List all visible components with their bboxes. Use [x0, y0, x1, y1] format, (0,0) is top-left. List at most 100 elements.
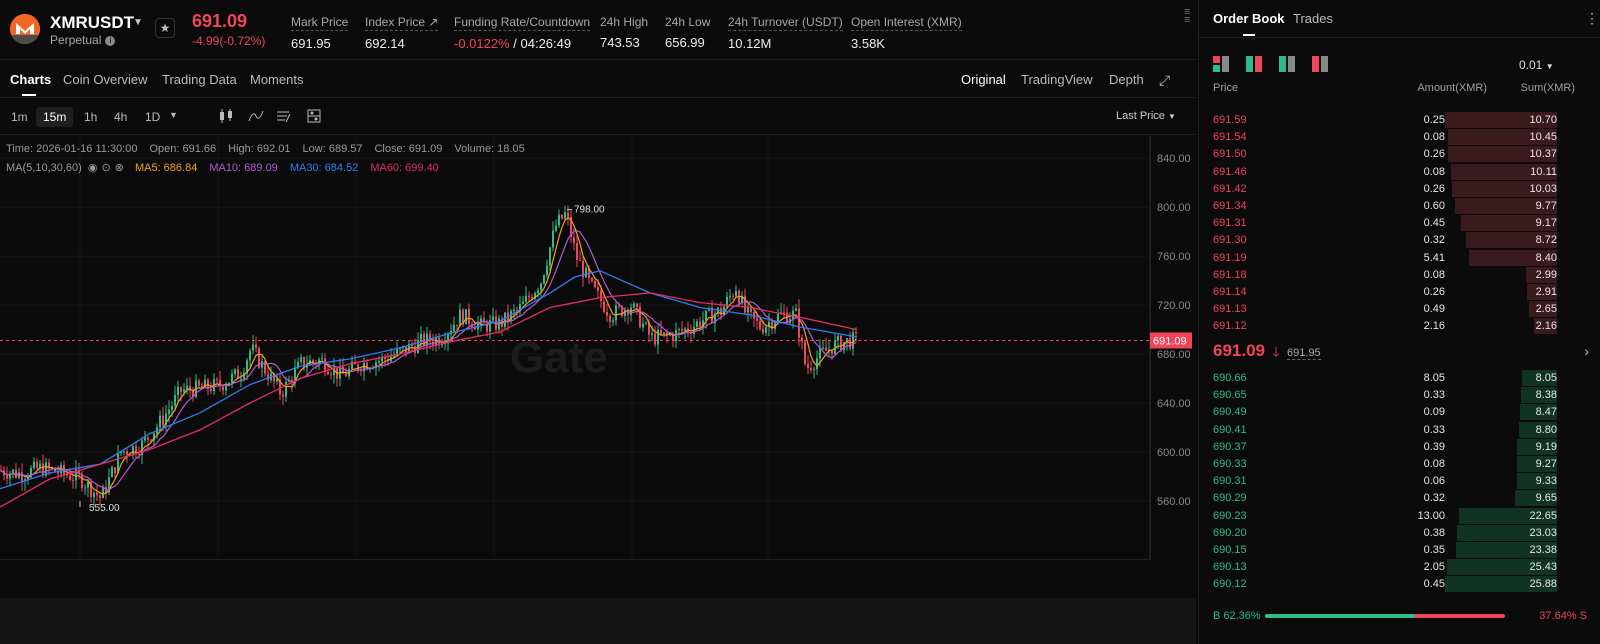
- stat-index-price[interactable]: Index Price ↗ 692.14: [365, 14, 439, 51]
- order-amount: 0.26: [1423, 286, 1445, 298]
- tab-coin-overview[interactable]: Coin Overview: [63, 72, 148, 87]
- ask-row[interactable]: 691.12 2.16 2.16: [1199, 318, 1600, 335]
- order-sum: 23.03: [1529, 526, 1557, 539]
- stat-24h-low: 24h Low 656.99: [665, 15, 711, 50]
- ask-row[interactable]: 691.50 0.26 10.37: [1199, 146, 1600, 163]
- candle-body: [654, 333, 656, 345]
- candle-body: [816, 358, 818, 370]
- candle-body: [267, 373, 269, 380]
- mid-price-row[interactable]: 691.09 🡓 691.95 ›: [1213, 341, 1589, 363]
- close-circle-icon[interactable]: ⊗: [115, 162, 124, 174]
- bid-row[interactable]: 690.12 0.45 25.88: [1199, 576, 1600, 593]
- candle-type-icon[interactable]: [218, 108, 234, 124]
- ask-row[interactable]: 691.42 0.26 10.03: [1199, 180, 1600, 198]
- symbol-dropdown-icon[interactable]: ▼: [133, 17, 143, 28]
- settings-circle-icon[interactable]: ⊙: [101, 162, 110, 174]
- layout-both-icon[interactable]: [1213, 56, 1229, 75]
- order-price: 691.18: [1213, 268, 1247, 281]
- bid-row[interactable]: 690.41 0.33 8.80: [1199, 421, 1600, 439]
- candle-body: [321, 358, 323, 360]
- bid-row[interactable]: 690.23 13.00 22.65: [1199, 507, 1600, 525]
- candle-body: [180, 386, 182, 392]
- symbol-name[interactable]: XMRUSDT: [50, 13, 134, 33]
- chart-canvas[interactable]: 840.00 800.00 760.00 720.00 680.00 640.00 600.…: [0, 136, 1196, 560]
- layout-bids-icon[interactable]: [1279, 56, 1295, 75]
- ask-row[interactable]: 691.46 0.08 10.11: [1199, 163, 1600, 181]
- candle-body: [252, 344, 254, 351]
- order-price: 691.31: [1213, 217, 1247, 230]
- bid-row[interactable]: 690.31 0.06 9.33: [1199, 473, 1600, 490]
- ask-row[interactable]: 691.19 5.41 8.40: [1199, 249, 1600, 267]
- candle-body: [537, 290, 539, 294]
- favorite-star-icon[interactable]: ★: [155, 18, 175, 38]
- ticker-header: XMRUSDT ▼ Perpetual i ★ 691.09 -4.99(-0.7…: [0, 0, 1196, 60]
- candle-body: [558, 214, 560, 226]
- candle-body: [210, 388, 212, 392]
- ask-row[interactable]: 691.30 0.32 8.72: [1199, 232, 1600, 249]
- order-sum: 2.65: [1535, 303, 1557, 316]
- bid-row[interactable]: 690.33 0.08 9.27: [1199, 456, 1600, 473]
- ask-row[interactable]: 691.54 0.08 10.45: [1199, 129, 1600, 146]
- order-sum: 22.65: [1529, 509, 1557, 522]
- interval-1m[interactable]: 1m: [4, 107, 35, 127]
- interval-15m[interactable]: 15m: [36, 107, 74, 127]
- interval-1h[interactable]: 1h: [77, 107, 104, 127]
- chevron-right-icon[interactable]: ›: [1584, 343, 1589, 359]
- indicators-icon[interactable]: [248, 108, 264, 124]
- candle-body: [525, 295, 527, 302]
- tab-charts[interactable]: Charts: [10, 72, 51, 96]
- ask-row[interactable]: 691.59 0.25 10.70: [1199, 112, 1600, 129]
- bid-row[interactable]: 690.65 0.33 8.38: [1199, 387, 1600, 404]
- order-amount: 0.33: [1423, 423, 1445, 436]
- layout-asks-icon[interactable]: [1312, 56, 1328, 75]
- ask-row[interactable]: 691.18 0.08 2.99: [1199, 266, 1600, 284]
- fullscreen-icon[interactable]: ⤢: [1159, 72, 1170, 89]
- eye-icon[interactable]: ◉: [88, 162, 98, 174]
- mid-price: 691.09: [1213, 341, 1265, 360]
- tab-original[interactable]: Original: [961, 72, 1006, 87]
- precision-select[interactable]: 0.01 ▼: [1519, 58, 1554, 72]
- order-price: 690.20: [1213, 526, 1247, 539]
- tab-order-book[interactable]: Order Book: [1213, 11, 1285, 36]
- ask-row[interactable]: 691.13 0.49 2.65: [1199, 301, 1600, 318]
- price-type-select[interactable]: Last Price ▼: [1116, 110, 1176, 122]
- bid-row[interactable]: 690.15 0.35 23.38: [1199, 542, 1600, 559]
- candle-body: [330, 374, 332, 376]
- tab-tradingview[interactable]: TradingView: [1021, 72, 1093, 87]
- order-sum: 9.27: [1535, 458, 1557, 470]
- candlestick-chart[interactable]: 840.00 800.00 760.00 720.00 680.00 640.00 600.…: [0, 136, 1196, 560]
- bid-row[interactable]: 690.66 8.05 8.05: [1199, 370, 1600, 387]
- interval-dropdown-icon[interactable]: ▼: [169, 110, 185, 126]
- order-amount: 0.32: [1423, 234, 1445, 247]
- bid-row[interactable]: 690.37 0.39 9.19: [1199, 438, 1600, 456]
- candle-body: [357, 364, 359, 371]
- ask-row[interactable]: 691.14 0.26 2.91: [1199, 284, 1600, 301]
- order-amount: 0.32: [1423, 492, 1445, 505]
- candle-body: [750, 308, 752, 312]
- drawing-tools-icon[interactable]: [276, 108, 292, 124]
- tab-trades[interactable]: Trades: [1293, 11, 1333, 26]
- ask-row[interactable]: 691.31 0.45 9.17: [1199, 215, 1600, 232]
- candle-body: [642, 323, 644, 328]
- bid-row[interactable]: 690.49 0.09 8.47: [1199, 404, 1600, 421]
- bid-row[interactable]: 690.29 0.32 9.65: [1199, 490, 1600, 507]
- interval-1d[interactable]: 1D: [138, 107, 167, 127]
- info-icon[interactable]: i: [105, 35, 116, 46]
- candle-body: [276, 379, 278, 382]
- more-icon[interactable]: ≡ ≡: [1184, 7, 1190, 26]
- candle-body: [552, 230, 554, 248]
- settings-icon[interactable]: [306, 108, 322, 124]
- ask-row[interactable]: 691.34 0.60 9.77: [1199, 198, 1600, 215]
- tab-depth[interactable]: Depth: [1109, 72, 1144, 87]
- tab-trading-data[interactable]: Trading Data: [162, 72, 237, 87]
- tab-moments[interactable]: Moments: [250, 72, 303, 87]
- candle-body: [747, 308, 749, 313]
- more-vertical-icon[interactable]: ⋮: [1585, 10, 1599, 27]
- interval-4h[interactable]: 4h: [107, 107, 134, 127]
- candle-body: [681, 328, 683, 331]
- layout-split-icon[interactable]: [1246, 56, 1262, 75]
- bid-row[interactable]: 690.13 2.05 25.43: [1199, 559, 1600, 576]
- bid-row[interactable]: 690.20 0.38 23.03: [1199, 524, 1600, 542]
- order-sum: 8.47: [1535, 406, 1557, 419]
- ohlc-legend: Time: 2026-01-16 11:30:00 Open: 691.66 Hig…: [6, 143, 525, 155]
